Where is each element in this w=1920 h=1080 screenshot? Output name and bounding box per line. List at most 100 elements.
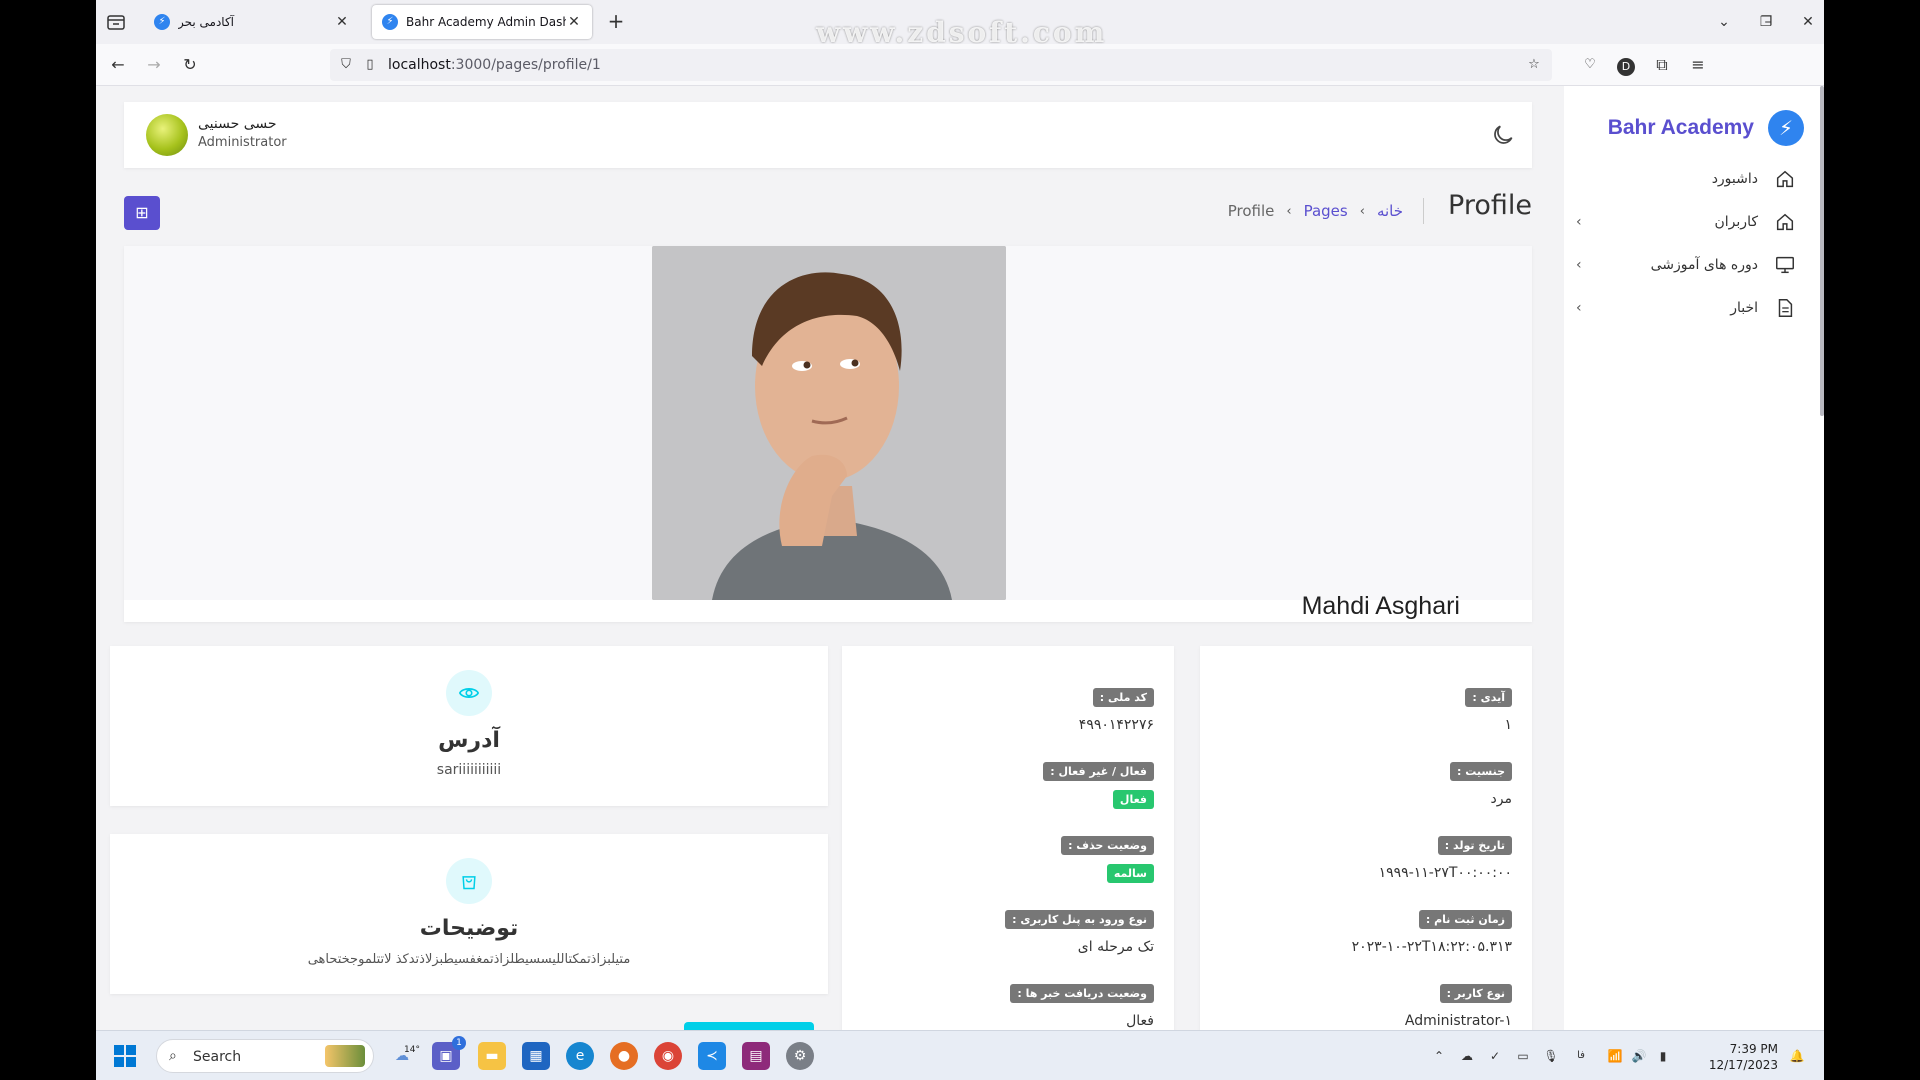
top-header: حسی حسنیی Administrator xyxy=(124,102,1532,168)
shield-icon[interactable]: ⛉ xyxy=(336,55,356,75)
description-card: توضیحات متیلبزاذتمکتاللیسسیطلزاذتمغفسیطب… xyxy=(110,834,828,994)
field-label: جنسیت : xyxy=(1450,762,1512,781)
navigation-bar: ← → ↻ ⛉ ▯ localhost:3000/pages/profile/1… xyxy=(96,44,1824,86)
close-tab-icon[interactable]: ✕ xyxy=(334,14,350,30)
address-bar[interactable]: ⛉ ▯ localhost:3000/pages/profile/1 ☆ xyxy=(330,49,1552,81)
document-icon xyxy=(1778,299,1793,317)
volume-icon[interactable]: 🔊 xyxy=(1630,1047,1648,1065)
sidebar-item-label: داشبورد xyxy=(1711,171,1758,187)
profile-name: Mahdi Asghari xyxy=(1301,592,1460,620)
address-text: sariiiiiiiiiii xyxy=(436,762,502,778)
chrome-icon[interactable]: ◉ xyxy=(654,1042,682,1070)
wifi-icon[interactable]: 📶 xyxy=(1606,1047,1624,1065)
address-title: آدرس xyxy=(438,728,500,753)
breadcrumb: Profile ‹ Pages ‹ خانه xyxy=(1222,198,1424,224)
forward-icon[interactable]: → xyxy=(142,53,166,77)
vscode-icon[interactable]: ≺ xyxy=(698,1042,726,1070)
reload-icon[interactable]: ↻ xyxy=(178,53,202,77)
action-button[interactable] xyxy=(684,1022,814,1030)
new-tab-button[interactable]: + xyxy=(604,10,628,34)
search-label: Search xyxy=(193,1049,242,1065)
field-label: زمان ثبت نام : xyxy=(1418,910,1512,929)
field-label: وضعیت دریافت خبر ها : xyxy=(1010,984,1154,1003)
breadcrumb-pages[interactable]: Pages xyxy=(1304,202,1348,220)
profile-card: Mahdi Asghari xyxy=(124,246,1532,622)
weather-icon[interactable]: ☁ 14° xyxy=(388,1042,420,1070)
file-explorer-icon[interactable]: ▬ xyxy=(478,1042,506,1070)
sidebar: Bahr Academy ⚡ داشبورد ‹ کاربران ‹ دوره … xyxy=(1564,86,1824,1030)
show-hidden-icons-chevron-up-icon[interactable]: ⌃ xyxy=(1430,1047,1448,1065)
sidebar-item-dashboard[interactable]: داشبورد xyxy=(1576,162,1796,196)
sidebar-item-label: کاربران xyxy=(1714,214,1758,230)
brand-name: Bahr Academy xyxy=(1607,116,1754,139)
store-icon[interactable]: ▦ xyxy=(522,1042,550,1070)
search-highlight-icon xyxy=(325,1045,365,1067)
sidebar-scrollbar[interactable] xyxy=(1820,86,1824,416)
field-value: ۱ xyxy=(1504,717,1512,733)
user-name: حسی حسنیی xyxy=(198,116,277,132)
firefox-icon[interactable]: ● xyxy=(610,1042,638,1070)
windows-start-icon[interactable] xyxy=(114,1045,136,1067)
breadcrumb-home[interactable]: خانه xyxy=(1377,202,1403,220)
clock-date: 12/17/2023 xyxy=(1708,1058,1778,1072)
chevron-left-icon: ‹ xyxy=(1576,214,1582,230)
tab-list-icon[interactable] xyxy=(104,10,128,34)
chevron-left-icon: ‹ xyxy=(1576,257,1582,273)
pocket-icon[interactable]: ♡ xyxy=(1578,53,1602,77)
extensions-icon[interactable]: ⧉ xyxy=(1650,53,1674,77)
chevron-left-icon: ‹ xyxy=(1359,203,1365,219)
display-icon[interactable]: ▭ xyxy=(1514,1047,1532,1065)
apps-grid-button[interactable]: ⊞ xyxy=(124,196,160,230)
status-badge: فعال xyxy=(1112,790,1154,809)
menu-icon[interactable]: ≡ xyxy=(1686,53,1710,77)
clock[interactable]: 7:39 PM 12/17/2023 xyxy=(1706,1041,1778,1073)
winrar-icon[interactable]: ▤ xyxy=(742,1042,770,1070)
account-icon[interactable]: D xyxy=(1614,53,1638,77)
bookmark-star-icon[interactable]: ☆ xyxy=(1524,55,1544,75)
app-tray-icon[interactable]: ✓ xyxy=(1486,1047,1504,1065)
tab-academy[interactable]: ⚡ آکادمی بحر ✕ xyxy=(144,5,360,39)
field-label: تاریخ تولد : xyxy=(1437,836,1512,855)
battery-icon[interactable]: ▮ xyxy=(1654,1047,1672,1065)
page-title: Profile xyxy=(1448,190,1532,221)
site-favicon-icon: ⚡ xyxy=(382,14,398,30)
field-label: وضعیت حذف : xyxy=(1061,836,1154,855)
sidebar-item-label: دوره های آموزشی xyxy=(1650,257,1758,273)
site-favicon-icon: ⚡ xyxy=(154,14,170,30)
field-register-time: زمان ثبت نام : ۲۰۲۳-۱۰-۲۲T۱۸:۲۲:۰۵.۳۱۳ xyxy=(1352,910,1512,955)
field-label: کد ملی : xyxy=(1092,688,1154,707)
notification-bell-icon[interactable]: 🔔 xyxy=(1788,1047,1806,1065)
taskbar-search[interactable]: ⌕ Search xyxy=(156,1039,374,1073)
moon-icon[interactable] xyxy=(1490,122,1516,148)
edge-icon[interactable]: e xyxy=(566,1042,594,1070)
url-text[interactable]: localhost:3000/pages/profile/1 xyxy=(388,57,601,73)
field-label: فعال / غیر فعال : xyxy=(1043,762,1154,781)
onedrive-icon[interactable]: ☁ xyxy=(1458,1047,1476,1065)
teams-icon[interactable]: ▣ 1 xyxy=(432,1036,466,1070)
field-value: تک مرحله ای xyxy=(1077,939,1154,955)
tab-overflow-icon[interactable]: ⌄ xyxy=(1712,10,1736,34)
brand[interactable]: Bahr Academy ⚡ xyxy=(1608,110,1804,146)
close-window-icon[interactable]: ✕ xyxy=(1796,10,1820,34)
sidebar-item-users[interactable]: ‹ کاربران xyxy=(1576,205,1796,239)
field-label: آیدی : xyxy=(1465,688,1512,707)
avatar[interactable] xyxy=(146,114,188,156)
field-delete-status: وضعیت حذف : سالمه xyxy=(1061,836,1154,883)
settings-gear-icon[interactable]: ⚙ xyxy=(786,1042,814,1070)
info-card-secondary: کد ملی : ۴۹۹۰۱۴۲۲۷۶ فعال / غیر فعال : فع… xyxy=(842,646,1174,1030)
search-icon: ⌕ xyxy=(169,1048,177,1064)
info-card-primary: آیدی : ۱ جنسیت : مرد تاریخ تولد : ۱۹۹۹-۱… xyxy=(1200,646,1532,1030)
tab-admin-dashboard[interactable]: ⚡ Bahr Academy Admin Dashboa ✕ xyxy=(372,5,592,39)
back-icon[interactable]: ← xyxy=(106,53,130,77)
sidebar-item-courses[interactable]: ‹ دوره های آموزشی xyxy=(1576,248,1796,282)
sidebar-item-label: اخبار xyxy=(1730,300,1758,316)
language-indicator[interactable]: فا xyxy=(1572,1047,1590,1065)
close-tab-icon[interactable]: ✕ xyxy=(566,14,582,30)
microphone-icon[interactable]: 🎙 xyxy=(1542,1047,1560,1065)
taskbar: ⌕ Search ☁ 14° ▣ 1 ▬ ▦ e ● ◉ ≺ ▤ ⚙ ⌃ ☁ ✓ ▭… xyxy=(96,1030,1824,1080)
page-content: Bahr Academy ⚡ داشبورد ‹ کاربران ‹ دوره … xyxy=(96,86,1824,1030)
sidebar-item-news[interactable]: ‹ اخبار xyxy=(1576,291,1796,325)
page-icon[interactable]: ▯ xyxy=(360,55,380,75)
chevron-left-icon: ‹ xyxy=(1286,203,1292,219)
restore-icon[interactable]: ❐ xyxy=(1754,10,1778,34)
